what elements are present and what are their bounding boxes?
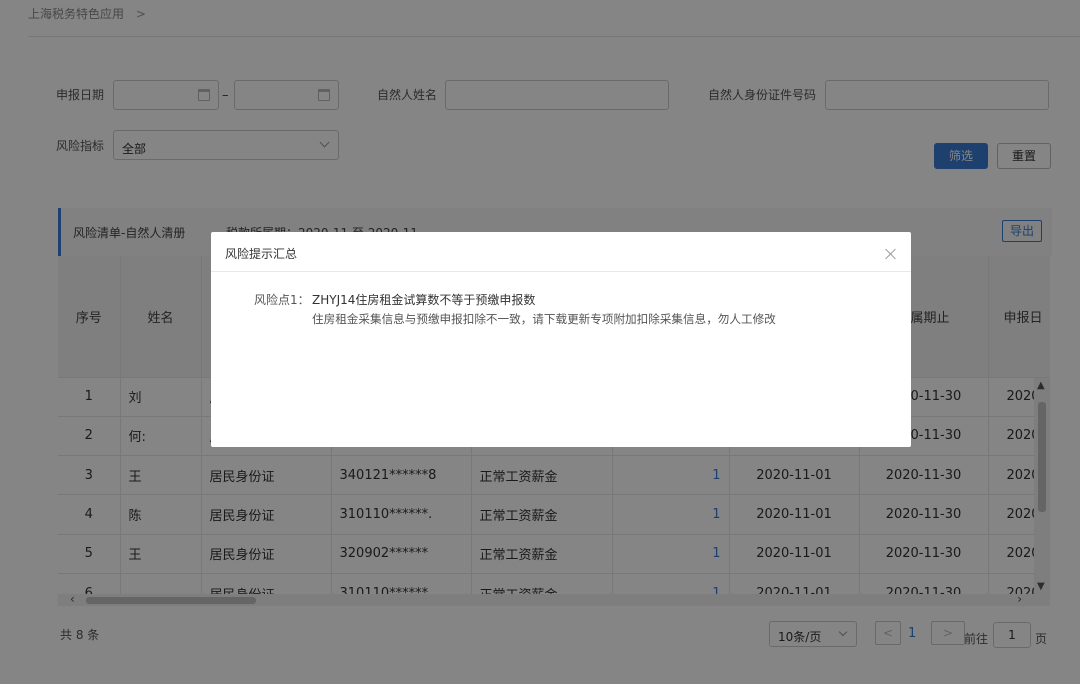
close-icon[interactable]	[885, 248, 897, 260]
dialog-header: 风险提示汇总	[211, 232, 911, 272]
risk-point-label: 风险点1：	[254, 293, 310, 307]
risk-summary-dialog: 风险提示汇总 风险点1： ZHYJ14住房租金试算数不等于预缴申报数 住房租金采…	[211, 232, 911, 447]
dialog-title: 风险提示汇总	[225, 247, 298, 261]
risk-point-description: 住房租金采集信息与预缴申报扣除不一致，请下载更新专项附加扣除采集信息，勿人工修改	[312, 312, 776, 326]
risk-point-title: ZHYJ14住房租金试算数不等于预缴申报数	[312, 293, 536, 307]
